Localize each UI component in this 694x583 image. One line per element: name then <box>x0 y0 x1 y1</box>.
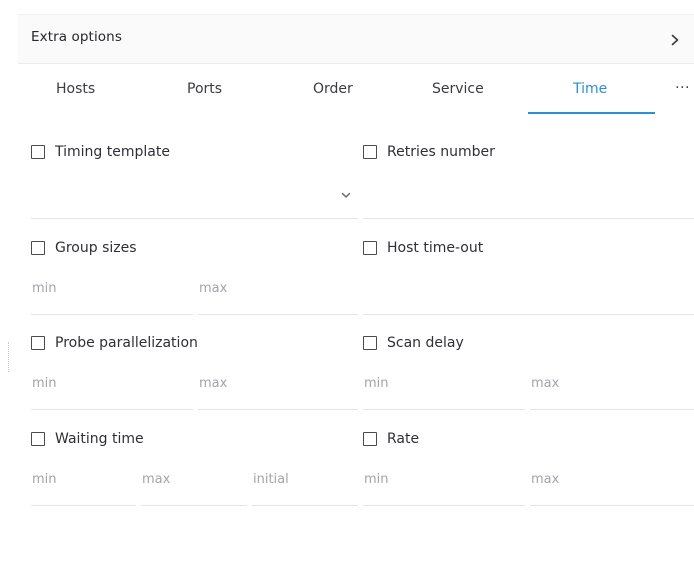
resize-handle[interactable] <box>8 342 11 372</box>
more-horizontal-icon[interactable]: ··· <box>675 80 690 96</box>
rate-max-field[interactable] <box>530 468 694 506</box>
host-timeout-field[interactable] <box>363 277 694 315</box>
probe-parallelization-min-input[interactable] <box>32 376 190 391</box>
tab-ports[interactable]: Ports <box>187 81 222 97</box>
group-sizes-min-input[interactable] <box>32 281 190 296</box>
scan-delay-checkbox[interactable] <box>363 336 377 350</box>
probe-parallelization-label: Probe parallelization <box>55 335 198 351</box>
retries-number-checkbox[interactable] <box>363 145 377 159</box>
probe-parallelization-checkbox[interactable] <box>31 336 45 350</box>
rate-checkbox[interactable] <box>363 432 377 446</box>
rate-max-input[interactable] <box>531 472 691 487</box>
group-sizes-min-field[interactable] <box>31 277 193 315</box>
rate-option: Rate <box>363 431 419 447</box>
host-timeout-input[interactable] <box>364 281 691 296</box>
host-timeout-label: Host time-out <box>387 240 484 256</box>
probe-parallelization-option: Probe parallelization <box>31 335 198 351</box>
waiting-time-initial-field[interactable] <box>252 468 358 506</box>
timing-template-select[interactable] <box>31 181 358 219</box>
retries-number-option: Retries number <box>363 144 495 160</box>
scan-delay-min-field[interactable] <box>363 372 525 410</box>
rate-min-field[interactable] <box>363 468 525 506</box>
tab-time[interactable]: Time <box>573 81 607 97</box>
scan-delay-label: Scan delay <box>387 335 464 351</box>
retries-number-field[interactable] <box>364 185 691 200</box>
tab-service[interactable]: Service <box>432 81 484 97</box>
chevron-down-icon <box>341 192 351 198</box>
tab-hosts[interactable]: Hosts <box>56 81 95 97</box>
group-sizes-max-input[interactable] <box>199 281 355 296</box>
probe-parallelization-max-field[interactable] <box>198 372 358 410</box>
waiting-time-min-input[interactable] <box>32 472 133 487</box>
retries-number-label: Retries number <box>387 144 495 160</box>
scan-delay-option: Scan delay <box>363 335 464 351</box>
waiting-time-initial-input[interactable] <box>253 472 355 487</box>
scan-delay-max-input[interactable] <box>531 376 691 391</box>
waiting-time-option: Waiting time <box>31 431 144 447</box>
group-sizes-checkbox[interactable] <box>31 241 45 255</box>
probe-parallelization-max-input[interactable] <box>199 376 355 391</box>
tab-bar: Hosts Ports Order Service Time ··· <box>18 64 694 116</box>
group-sizes-max-field[interactable] <box>198 277 358 315</box>
waiting-time-max-field[interactable] <box>141 468 247 506</box>
extra-options-panel: Extra options Hosts Ports Order Service … <box>0 0 694 583</box>
rate-label: Rate <box>387 431 420 447</box>
probe-parallelization-min-field[interactable] <box>31 372 193 410</box>
group-sizes-label: Group sizes <box>55 240 137 256</box>
group-sizes-option: Group sizes <box>31 240 137 256</box>
waiting-time-label: Waiting time <box>55 431 144 447</box>
extra-options-header[interactable]: Extra options <box>18 15 694 64</box>
waiting-time-checkbox[interactable] <box>31 432 45 446</box>
timing-template-checkbox[interactable] <box>31 145 45 159</box>
tab-order[interactable]: Order <box>313 81 353 97</box>
timing-template-option: Timing template <box>31 144 170 160</box>
scan-delay-max-field[interactable] <box>530 372 694 410</box>
host-timeout-checkbox[interactable] <box>363 241 377 255</box>
panel-title: Extra options <box>31 29 122 45</box>
waiting-time-min-field[interactable] <box>31 468 136 506</box>
waiting-time-max-input[interactable] <box>142 472 244 487</box>
scan-delay-min-input[interactable] <box>364 376 522 391</box>
timing-template-label: Timing template <box>55 144 170 160</box>
rate-min-input[interactable] <box>364 472 522 487</box>
active-tab-indicator <box>528 112 655 114</box>
host-timeout-option: Host time-out <box>363 240 483 256</box>
chevron-right-icon[interactable] <box>668 33 682 47</box>
retries-number-input[interactable] <box>363 181 694 219</box>
